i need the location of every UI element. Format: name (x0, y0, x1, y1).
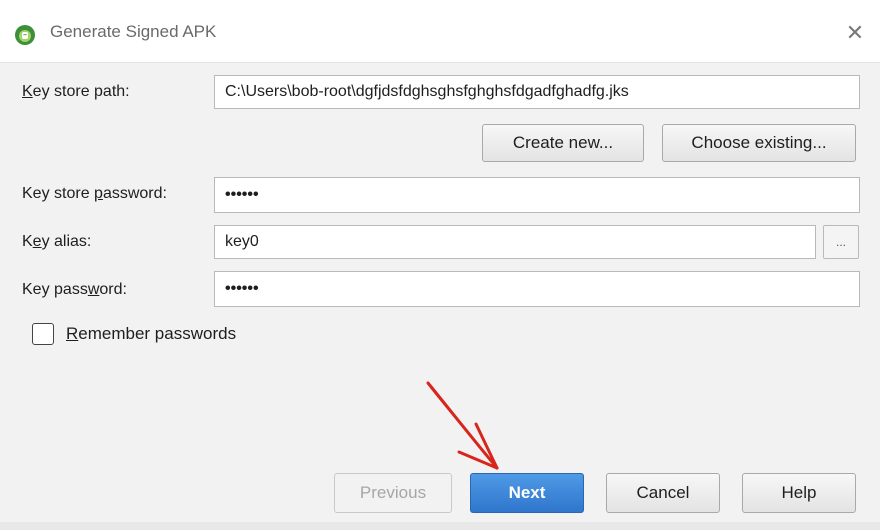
key-password-input[interactable]: •••••• (214, 271, 860, 307)
remember-passwords-checkbox[interactable] (32, 323, 54, 345)
generate-signed-apk-dialog: Generate Signed APK ✕ Key store path: C:… (0, 0, 880, 530)
remember-passwords-label[interactable]: Remember passwords (66, 324, 236, 344)
key-store-path-value: C:\Users\bob-root\dgfjdsfdghsghsfghghsfd… (225, 83, 629, 100)
key-alias-input[interactable]: key0 (214, 225, 816, 259)
key-store-password-input[interactable]: •••••• (214, 177, 860, 213)
cancel-button[interactable]: Cancel (606, 473, 720, 513)
close-button[interactable]: ✕ (842, 20, 868, 46)
key-password-label: Key password: (22, 281, 127, 298)
next-button[interactable]: Next (470, 473, 584, 513)
choose-existing-button[interactable]: Choose existing... (662, 124, 856, 162)
key-alias-label: Key alias: (22, 233, 92, 250)
help-button[interactable]: Help (742, 473, 856, 513)
window-title: Generate Signed APK (50, 22, 217, 41)
close-icon: ✕ (845, 20, 865, 45)
key-store-path-label: Key store path: (22, 83, 130, 100)
key-alias-browse-button[interactable]: ... (823, 225, 859, 259)
create-new-button[interactable]: Create new... (482, 124, 644, 162)
key-store-password-value: •••••• (225, 186, 259, 203)
title-bar: Generate Signed APK ✕ (0, 0, 880, 63)
key-alias-value: key0 (225, 233, 259, 250)
android-studio-icon (15, 25, 35, 45)
previous-button[interactable]: Previous (334, 473, 452, 513)
key-store-path-input[interactable]: C:\Users\bob-root\dgfjdsfdghsghsfghghsfd… (214, 75, 860, 109)
window-bottom-edge (0, 522, 880, 530)
key-password-value: •••••• (225, 280, 259, 297)
key-store-password-label: Key store password: (22, 185, 167, 202)
